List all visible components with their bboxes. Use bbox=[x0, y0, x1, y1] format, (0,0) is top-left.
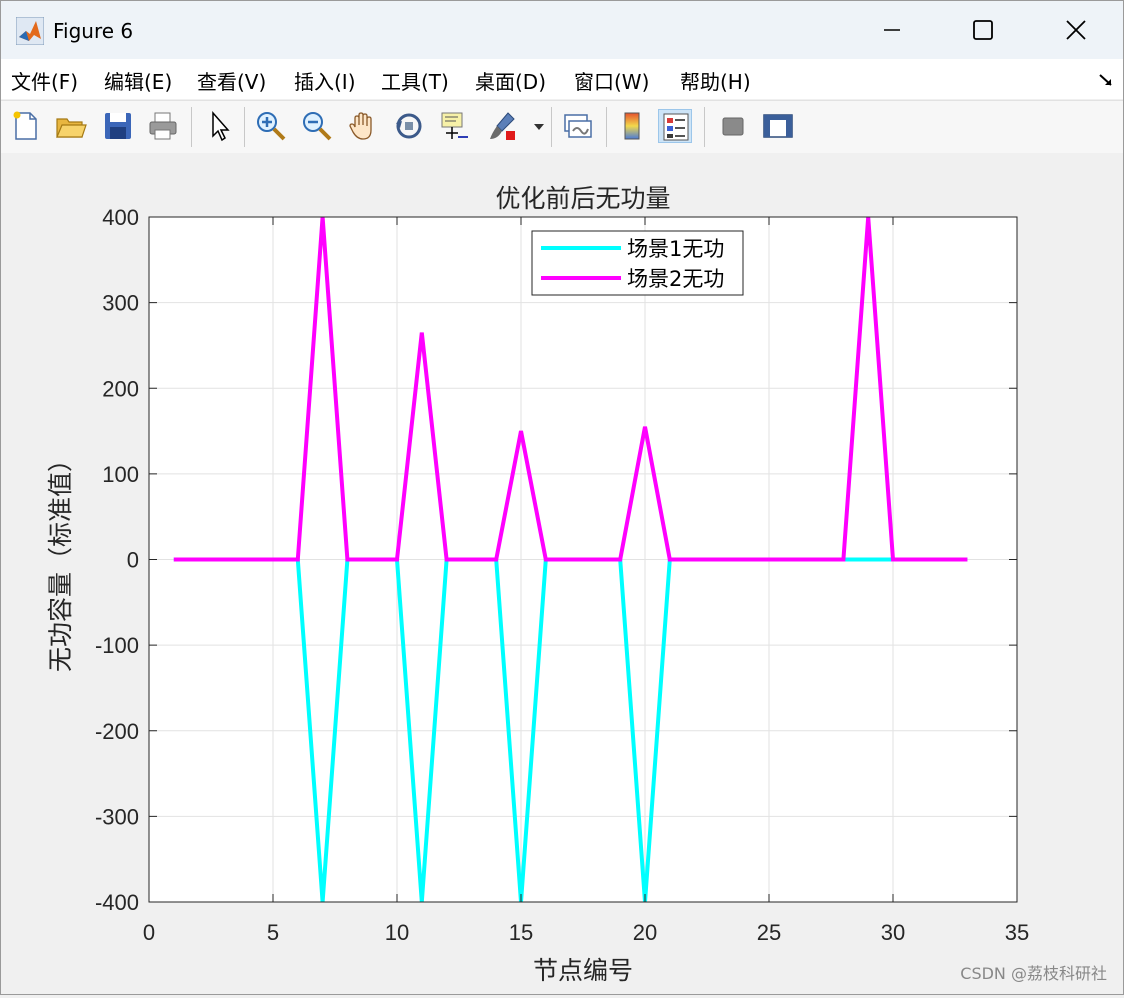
minimize-button[interactable] bbox=[861, 1, 923, 59]
legend-label-1: 场景1无功 bbox=[627, 237, 724, 261]
open-file-icon bbox=[56, 118, 87, 138]
pan-hand-icon bbox=[349, 112, 372, 140]
brush-dropdown-icon[interactable] bbox=[533, 122, 545, 132]
data-cursor-button[interactable] bbox=[438, 109, 472, 143]
x-tick-label: 5 bbox=[267, 920, 279, 945]
close-icon bbox=[1066, 20, 1086, 40]
data-cursor-icon bbox=[441, 112, 468, 139]
close-button[interactable] bbox=[1045, 1, 1107, 59]
toolbar-separator bbox=[551, 107, 552, 147]
y-tick-label: -200 bbox=[95, 719, 139, 744]
toolbar-separator bbox=[606, 107, 607, 147]
y-tick-label: 300 bbox=[102, 291, 139, 316]
link-plot-icon bbox=[564, 114, 592, 138]
hide-plot-tools-button[interactable] bbox=[716, 109, 750, 143]
hide-plot-tools-icon bbox=[722, 117, 744, 136]
new-figure-icon bbox=[13, 111, 37, 140]
y-tick-label: 400 bbox=[102, 205, 139, 230]
menu-window[interactable]: 窗口(W) bbox=[574, 66, 649, 95]
y-tick-label: -400 bbox=[95, 890, 139, 915]
toolbar-separator bbox=[191, 107, 192, 147]
toolbar-separator bbox=[704, 107, 705, 147]
legend-button[interactable] bbox=[658, 109, 692, 143]
matlab-logo-icon bbox=[16, 17, 44, 45]
save-icon bbox=[105, 113, 131, 139]
y-tick-label: -100 bbox=[95, 633, 139, 658]
x-axis-label: 节点编号 bbox=[533, 956, 633, 985]
brush-icon bbox=[490, 112, 515, 140]
x-tick-label: 20 bbox=[633, 920, 657, 945]
zoom-in-icon bbox=[257, 112, 286, 141]
save-button[interactable] bbox=[101, 109, 135, 143]
chart-title: 优化前后无功量 bbox=[495, 184, 670, 213]
figure-window: Figure 6 文件(F) 编辑(E) 查看(V) 插入(I) 工具(T) 桌… bbox=[0, 0, 1124, 995]
legend-icon bbox=[663, 113, 689, 141]
pan-button[interactable] bbox=[346, 109, 380, 143]
rotate-3d-icon bbox=[396, 113, 422, 139]
y-axis-label: 无功容量（标准值） bbox=[46, 447, 75, 672]
x-tick-label: 35 bbox=[1005, 920, 1029, 945]
maximize-icon bbox=[973, 20, 993, 40]
watermark: CSDN @荔枝科研社 bbox=[960, 964, 1107, 983]
x-tick-label: 0 bbox=[143, 920, 155, 945]
menu-insert[interactable]: 插入(I) bbox=[294, 66, 356, 95]
window-title: Figure 6 bbox=[53, 19, 134, 43]
figure-toolbar bbox=[1, 100, 1123, 154]
print-icon bbox=[149, 112, 177, 140]
line-chart[interactable]: 0 5 10 15 20 25 30 35 -400 -300 -200 -100 0 100 200 300… bbox=[1, 153, 1123, 994]
x-tick-label: 30 bbox=[881, 920, 905, 945]
show-plot-tools-icon bbox=[763, 114, 793, 138]
title-bar[interactable]: Figure 6 bbox=[1, 1, 1123, 59]
brush-button[interactable] bbox=[486, 109, 520, 143]
colorbar-icon bbox=[624, 112, 640, 140]
zoom-in-button[interactable] bbox=[254, 109, 288, 143]
zoom-out-button[interactable] bbox=[300, 109, 334, 143]
select-pointer-icon bbox=[212, 111, 230, 142]
menu-bar: 文件(F) 编辑(E) 查看(V) 插入(I) 工具(T) 桌面(D) 窗口(W… bbox=[1, 59, 1123, 99]
y-tick-label: 100 bbox=[102, 462, 139, 487]
menu-tools[interactable]: 工具(T) bbox=[381, 66, 449, 95]
dock-arrow-icon[interactable] bbox=[1097, 71, 1115, 89]
print-button[interactable] bbox=[146, 109, 180, 143]
open-file-button[interactable] bbox=[54, 109, 88, 143]
figure-canvas: 0 5 10 15 20 25 30 35 -400 -300 -200 -100 0 100 200 300… bbox=[1, 153, 1123, 994]
show-plot-tools-button[interactable] bbox=[761, 109, 795, 143]
y-tick-label: 0 bbox=[127, 548, 139, 573]
x-tick-label: 10 bbox=[385, 920, 409, 945]
select-pointer-button[interactable] bbox=[203, 109, 237, 143]
rotate-3d-button[interactable] bbox=[392, 109, 426, 143]
maximize-button[interactable] bbox=[952, 1, 1014, 59]
y-tick-label: 200 bbox=[102, 376, 139, 401]
menu-file[interactable]: 文件(F) bbox=[11, 66, 78, 95]
toolbar-separator bbox=[244, 107, 245, 147]
menu-edit[interactable]: 编辑(E) bbox=[104, 66, 172, 95]
minimize-icon bbox=[884, 29, 900, 31]
legend-label-2: 场景2无功 bbox=[627, 267, 724, 291]
link-plot-button[interactable] bbox=[561, 109, 595, 143]
menu-view[interactable]: 查看(V) bbox=[197, 66, 266, 95]
x-tick-label: 15 bbox=[509, 920, 533, 945]
y-tick-label: -300 bbox=[95, 804, 139, 829]
new-figure-button[interactable] bbox=[9, 109, 43, 143]
x-tick-label: 25 bbox=[757, 920, 781, 945]
menu-help[interactable]: 帮助(H) bbox=[680, 66, 751, 95]
zoom-out-icon bbox=[303, 112, 332, 141]
menu-desktop[interactable]: 桌面(D) bbox=[475, 66, 546, 95]
colorbar-button[interactable] bbox=[615, 109, 649, 143]
